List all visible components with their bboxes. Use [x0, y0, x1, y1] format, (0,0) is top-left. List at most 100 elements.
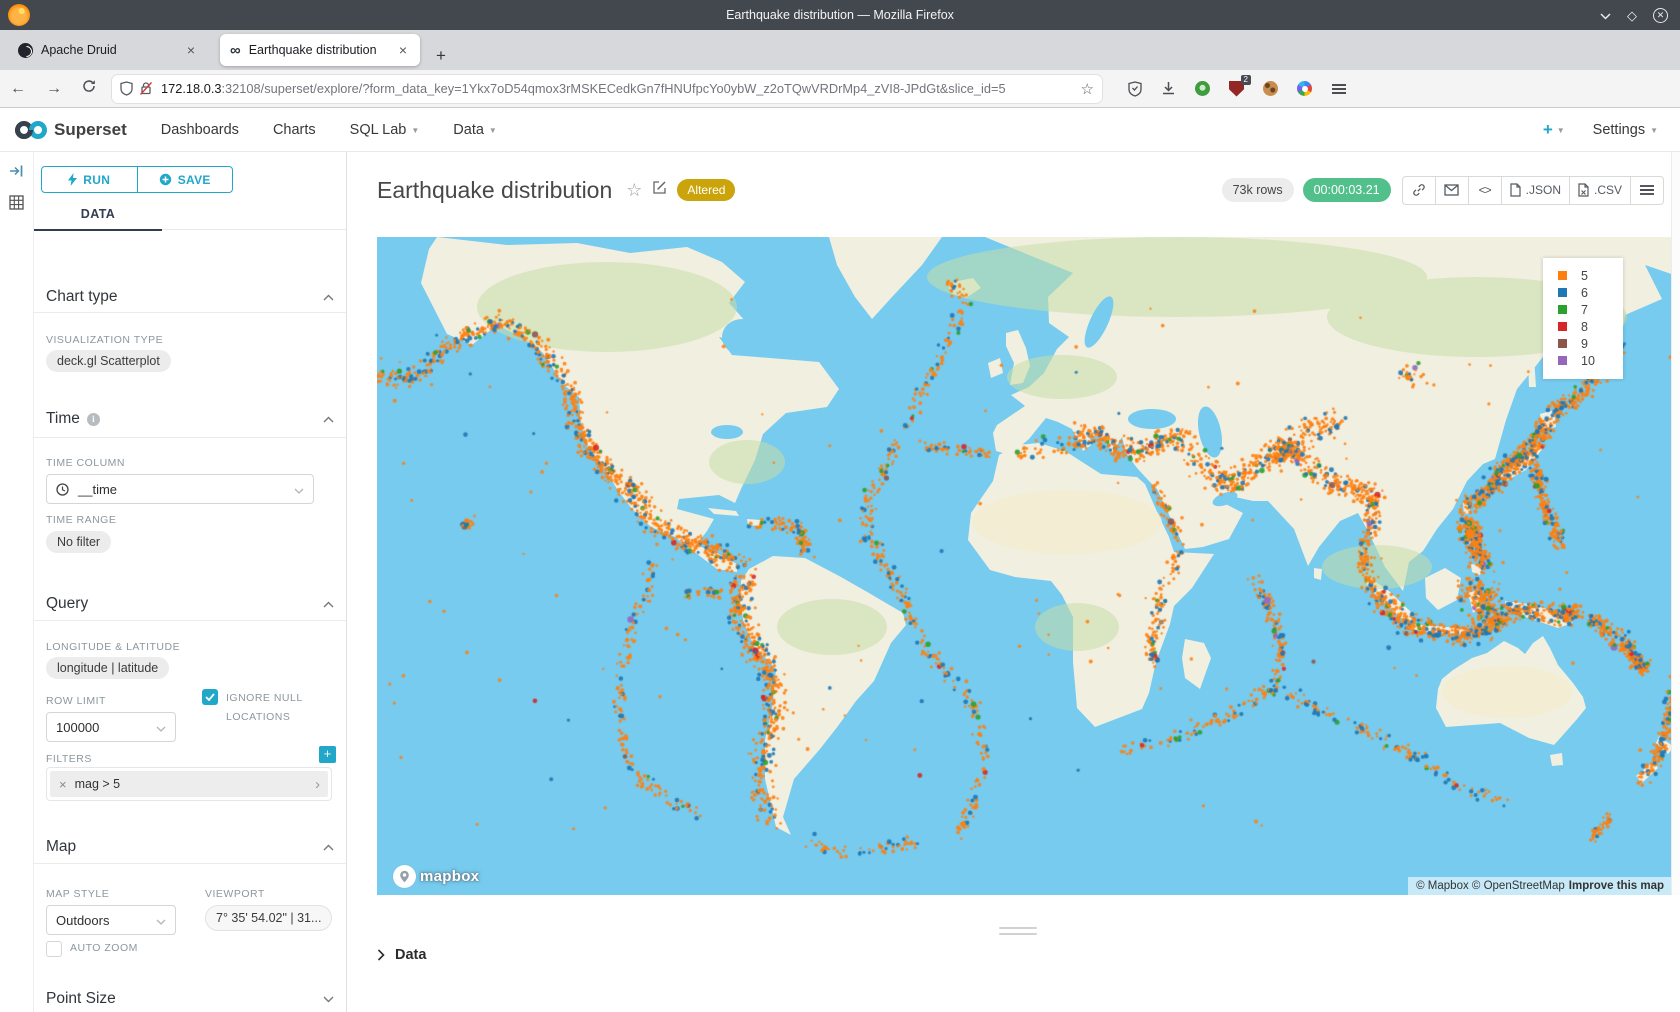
- tab-earthquake-distribution[interactable]: ∞ Earthquake distribution ×: [220, 34, 420, 66]
- scrollbar[interactable]: [1671, 152, 1680, 1012]
- chevron-down-icon: [156, 913, 166, 928]
- chart-menu-button[interactable]: [1630, 176, 1664, 205]
- section-point-size[interactable]: Point Size: [46, 990, 334, 1008]
- checkbox-checked-icon[interactable]: [202, 689, 218, 705]
- time-range-value[interactable]: No filter: [46, 531, 111, 553]
- altered-badge[interactable]: Altered: [677, 179, 735, 201]
- nav-sql-lab[interactable]: SQL Lab▼: [350, 122, 420, 138]
- data-section-toggle[interactable]: Data: [377, 947, 426, 963]
- info-icon[interactable]: i: [87, 413, 100, 426]
- mapbox-pin-icon: [398, 870, 411, 883]
- maximize-icon[interactable]: ◇: [1627, 9, 1637, 22]
- chevron-down-icon[interactable]: [323, 990, 334, 1008]
- section-map[interactable]: Map: [46, 838, 334, 856]
- time-column-label: TIME COLUMN: [46, 457, 125, 469]
- filter-expression: mag > 5: [75, 777, 121, 791]
- export-button-group: <> .JSON .CSV: [1402, 176, 1664, 205]
- attribution-text[interactable]: © Mapbox © OpenStreetMap: [1416, 880, 1565, 892]
- new-tab-button[interactable]: +: [430, 46, 452, 70]
- pinwheel-extension-icon[interactable]: [1296, 80, 1313, 97]
- chevron-up-icon[interactable]: [323, 288, 334, 306]
- filter-item[interactable]: × mag > 5 ›: [50, 771, 328, 797]
- tab-close-icon[interactable]: ×: [396, 42, 410, 58]
- cookie-extension-icon[interactable]: [1262, 80, 1279, 97]
- time-column-select[interactable]: __time: [46, 474, 314, 504]
- menu-icon[interactable]: [1330, 80, 1347, 97]
- new-dropdown-button[interactable]: +▼: [1543, 120, 1565, 140]
- nav-charts[interactable]: Charts: [273, 122, 316, 138]
- url-text[interactable]: 172.18.0.3:32108/superset/explore/?form_…: [161, 81, 1073, 96]
- remove-filter-icon[interactable]: ×: [50, 777, 75, 792]
- legend-item: 8: [1543, 318, 1623, 335]
- chevron-right-icon[interactable]: ›: [315, 776, 328, 793]
- favorite-star-icon[interactable]: ☆: [626, 180, 642, 201]
- nav-data[interactable]: Data▼: [453, 122, 497, 138]
- brand-name: Superset: [54, 120, 127, 140]
- mapbox-logo[interactable]: mapbox: [393, 865, 479, 888]
- collapse-panel-icon[interactable]: [9, 164, 33, 183]
- row-limit-select[interactable]: 100000: [46, 712, 176, 742]
- add-filter-button[interactable]: +: [319, 746, 336, 763]
- improve-map-link[interactable]: Improve this map: [1569, 880, 1664, 892]
- email-button[interactable]: [1435, 176, 1469, 205]
- url-bar[interactable]: 172.18.0.3:32108/superset/explore/?form_…: [112, 75, 1102, 103]
- bookmark-star-icon[interactable]: ☆: [1081, 80, 1094, 98]
- lonlat-value[interactable]: longitude | latitude: [46, 657, 169, 679]
- plus-circle-icon: [159, 173, 172, 186]
- insecure-lock-icon[interactable]: [139, 81, 153, 96]
- row-limit-label: ROW LIMIT: [46, 695, 106, 707]
- extension-green-icon[interactable]: [1194, 80, 1211, 97]
- section-chart-type[interactable]: Chart type: [46, 288, 334, 306]
- export-json-button[interactable]: .JSON: [1501, 176, 1570, 205]
- close-icon[interactable]: ✕: [1653, 8, 1668, 23]
- tab-apache-druid[interactable]: Apache Druid ×: [8, 34, 208, 66]
- legend-swatch: [1558, 356, 1567, 365]
- section-query[interactable]: Query: [46, 595, 334, 613]
- superset-favicon: ∞: [230, 43, 241, 58]
- deckgl-map[interactable]: 5 6 7 8 9 10 mapbox © Mapbox © OpenStree…: [377, 237, 1680, 895]
- ublock-badge: 2: [1241, 75, 1251, 85]
- reload-icon[interactable]: [72, 79, 106, 98]
- superset-logo[interactable]: Superset: [14, 119, 127, 141]
- pocket-shield-icon[interactable]: [1126, 80, 1143, 97]
- viewport-label: VIEWPORT: [205, 888, 265, 900]
- ignore-null-checkbox[interactable]: IGNORE NULLLOCATIONS: [202, 689, 337, 728]
- tab-data[interactable]: DATA: [34, 207, 162, 231]
- forward-icon[interactable]: →: [36, 80, 72, 98]
- viewport-value[interactable]: 7° 35' 54.02" | 31...: [205, 905, 332, 931]
- export-csv-button[interactable]: .CSV: [1569, 176, 1631, 205]
- chevron-down-icon: [156, 720, 166, 735]
- map-style-label: MAP STYLE: [46, 888, 109, 900]
- checkbox-unchecked-icon[interactable]: [46, 941, 62, 957]
- control-panel: RUN SAVE DATA Chart type VISUALIZATION T…: [33, 152, 347, 1012]
- file-icon: [1510, 183, 1521, 197]
- minimize-icon[interactable]: [1600, 9, 1611, 22]
- tab-close-icon[interactable]: ×: [184, 42, 198, 58]
- chevron-up-icon[interactable]: [323, 410, 334, 428]
- legend-item: 10: [1543, 352, 1623, 369]
- embed-code-button[interactable]: <>: [1468, 176, 1502, 205]
- download-icon[interactable]: [1160, 80, 1177, 97]
- main-area: RUN SAVE DATA Chart type VISUALIZATION T…: [0, 152, 1680, 1012]
- chevron-down-icon: ▼: [489, 126, 497, 135]
- run-button[interactable]: RUN: [41, 166, 138, 193]
- tracking-shield-icon[interactable]: [120, 81, 133, 96]
- dataset-grid-icon[interactable]: [9, 195, 33, 215]
- save-button[interactable]: SAVE: [137, 166, 234, 193]
- superset-infinity-icon: [14, 119, 48, 141]
- chevron-up-icon[interactable]: [323, 595, 334, 613]
- section-time[interactable]: Time i: [46, 410, 334, 428]
- panel-drag-handle[interactable]: [999, 927, 1037, 939]
- edit-properties-icon[interactable]: [652, 180, 667, 200]
- map-style-select[interactable]: Outdoors: [46, 905, 176, 935]
- query-timer-badge: 00:00:03.21: [1303, 178, 1391, 202]
- chevron-up-icon[interactable]: [323, 838, 334, 856]
- ublock-icon[interactable]: 2: [1228, 80, 1245, 97]
- settings-menu[interactable]: Settings▼: [1593, 122, 1658, 138]
- nav-dashboards[interactable]: Dashboards: [161, 122, 239, 138]
- back-icon[interactable]: ←: [0, 80, 36, 98]
- share-link-button[interactable]: [1402, 176, 1436, 205]
- visualization-type-value[interactable]: deck.gl Scatterplot: [46, 350, 171, 372]
- auto-zoom-checkbox[interactable]: AUTO ZOOM: [46, 941, 138, 957]
- clock-icon: [56, 483, 69, 496]
